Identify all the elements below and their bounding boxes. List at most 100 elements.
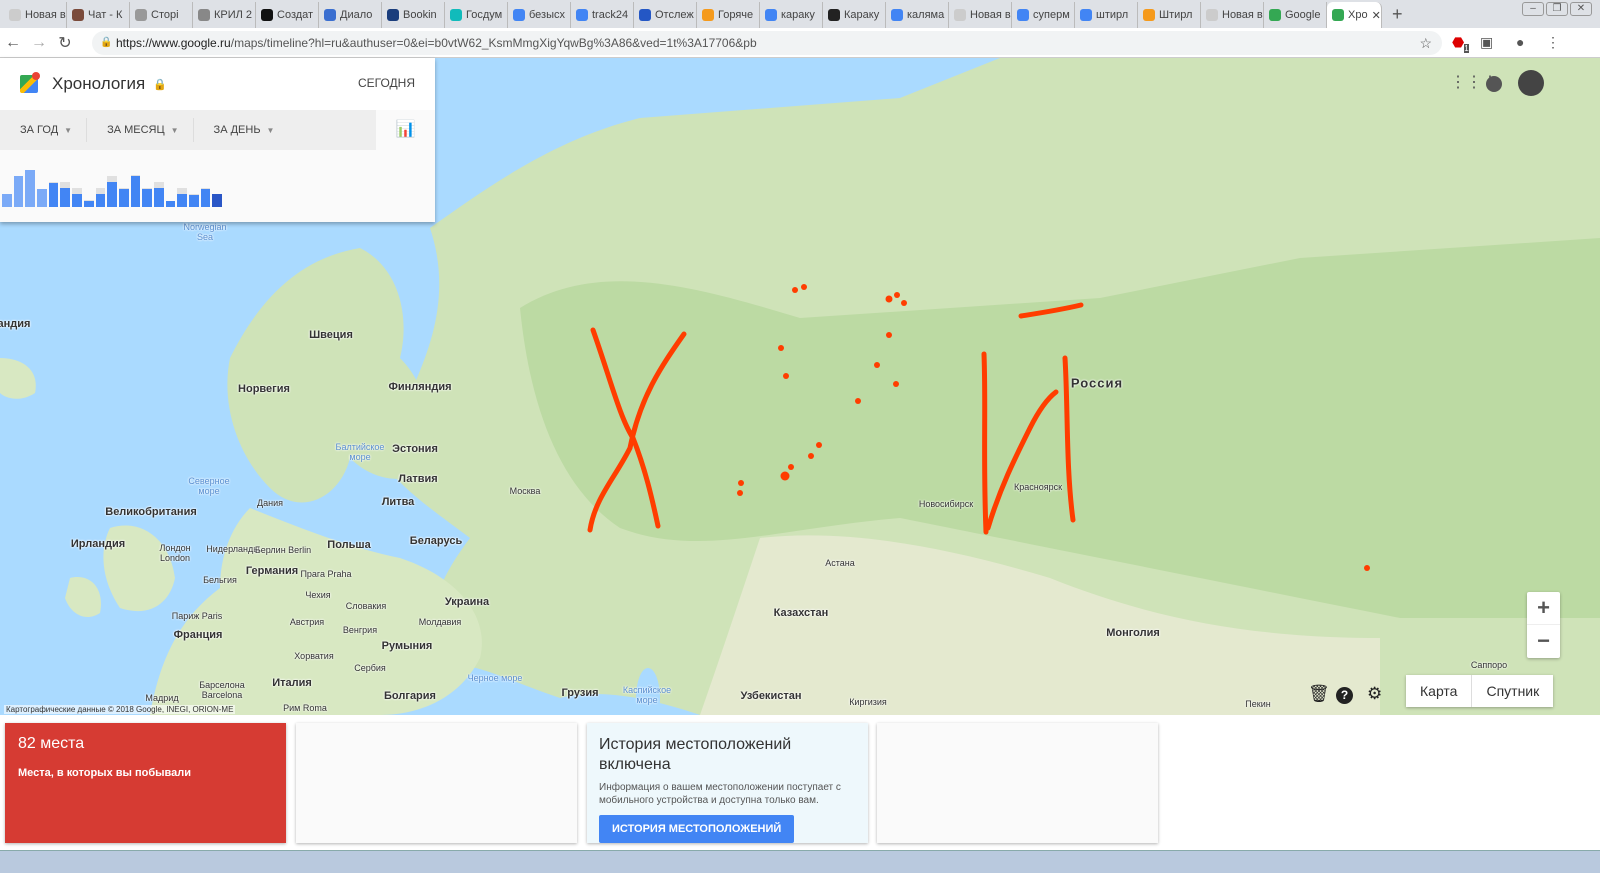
blank-card[interactable]: [877, 723, 1158, 843]
zoom-in-button[interactable]: +: [1527, 592, 1560, 625]
histogram-bar[interactable]: [25, 170, 36, 207]
zoom-out-button[interactable]: −: [1527, 625, 1560, 658]
tab-favicon-icon: [828, 9, 840, 21]
forward-icon[interactable]: →: [26, 34, 52, 52]
histogram-bar[interactable]: [212, 194, 223, 207]
browser-tab[interactable]: track24: [571, 2, 634, 28]
bookmark-star-icon[interactable]: ☆: [1419, 31, 1432, 55]
avatar[interactable]: [1518, 70, 1544, 96]
activity-histogram[interactable]: [2, 161, 223, 207]
histogram-bar[interactable]: [60, 182, 71, 207]
histogram-bar[interactable]: [83, 200, 94, 207]
satellite-view-button[interactable]: Спутник: [1472, 675, 1553, 707]
browser-tab[interactable]: Диало: [319, 2, 382, 28]
histogram-bar[interactable]: [189, 194, 199, 207]
tab-favicon-icon: [72, 9, 84, 21]
tab-label: караку: [781, 9, 815, 21]
browser-tab[interactable]: Госдум: [445, 2, 508, 28]
map-label-prague: Прага Praha: [300, 569, 352, 579]
tab-favicon-icon: [765, 9, 777, 21]
close-tab-icon[interactable]: ✕: [1372, 9, 1381, 22]
histogram-bar[interactable]: [153, 182, 164, 207]
year-dropdown[interactable]: ЗА ГОД ▼: [0, 118, 88, 142]
url-input[interactable]: 🔒 https://www.google.ru/maps/timeline?hl=…: [92, 31, 1442, 55]
minimize-button[interactable]: –: [1522, 2, 1544, 16]
histogram-bar[interactable]: [177, 188, 187, 207]
histogram-bar[interactable]: [48, 182, 59, 207]
histogram-bar[interactable]: [2, 194, 12, 207]
map-label-lithuania: Литва: [381, 496, 415, 508]
browser-tab[interactable]: Google: [1264, 2, 1327, 28]
bar-chart-icon[interactable]: 📊: [376, 110, 435, 150]
tab-label: Диало: [340, 9, 373, 21]
browser-tab[interactable]: Сторі: [130, 2, 193, 28]
histogram-bar[interactable]: [107, 175, 117, 207]
browser-tab[interactable]: штирл: [1075, 2, 1138, 28]
histogram-bar[interactable]: [13, 175, 24, 207]
browser-tab[interactable]: Отслеж: [634, 2, 697, 28]
location-history-button[interactable]: ИСТОРИЯ МЕСТОПОЛОЖЕНИЙ: [599, 815, 795, 843]
maximize-button[interactable]: ❐: [1546, 2, 1568, 16]
date-filters: ЗА ГОД ▼ ЗА МЕСЯЦ ▼ ЗА ДЕНЬ ▼: [0, 110, 376, 150]
new-tab-button[interactable]: +: [1382, 2, 1413, 28]
browser-tab[interactable]: Чат - К: [67, 2, 130, 28]
browser-tab[interactable]: безысх: [508, 2, 571, 28]
today-button[interactable]: СЕГОДНЯ: [358, 76, 415, 90]
map-label-madrid: Мадрид: [145, 693, 179, 703]
histogram-bar[interactable]: [165, 201, 176, 207]
places-card[interactable]: 82 места Места, в которых вы побывали: [5, 723, 286, 843]
trash-icon[interactable]: 🗑: [1308, 684, 1330, 704]
browser-tab[interactable]: караку: [760, 2, 823, 28]
histogram-bar[interactable]: [200, 187, 211, 207]
browser-tab[interactable]: Новая вкла: [1201, 2, 1264, 28]
day-dropdown[interactable]: ЗА ДЕНЬ ▼: [194, 118, 289, 142]
tab-label: штирл: [1096, 9, 1129, 21]
map-label-berlin: Берлин Berlin: [254, 545, 312, 555]
map-label-ukraine: Украина: [444, 596, 490, 608]
browser-tab[interactable]: Караку: [823, 2, 886, 28]
notifications-icon[interactable]: [1486, 76, 1502, 92]
tab-favicon-icon: [261, 9, 273, 21]
browser-tab[interactable]: Bookin: [382, 2, 445, 28]
url-host: https://www.google.ru: [116, 36, 231, 50]
adblock-icon[interactable]: ⬣1: [1452, 34, 1469, 53]
tab-label: Новая вкла: [25, 9, 66, 21]
caret-down-icon: ▼: [64, 126, 73, 135]
browser-tab[interactable]: каляма: [886, 2, 949, 28]
browser-tab[interactable]: Хро ✕: [1327, 2, 1382, 28]
map-label-germany: Германия: [245, 565, 299, 577]
month-dropdown[interactable]: ЗА МЕСЯЦ ▼: [87, 118, 194, 142]
reload-icon[interactable]: ↻: [52, 33, 78, 53]
map-label-paris: Париж Paris: [171, 611, 223, 621]
browser-tab[interactable]: Горяче: [697, 2, 760, 28]
gear-icon[interactable]: ⚙: [1367, 684, 1382, 704]
menu-icon[interactable]: ⋮: [1546, 34, 1560, 51]
blank-card[interactable]: [296, 723, 577, 843]
browser-tab[interactable]: суперм: [1012, 2, 1075, 28]
browser-tab[interactable]: Штирл: [1138, 2, 1201, 28]
lock-icon: 🔒: [100, 37, 113, 48]
histogram-bar[interactable]: [142, 187, 152, 207]
browser-tab[interactable]: КРИЛ 2: [193, 2, 256, 28]
map-label-sweden: Швеция: [309, 329, 353, 341]
tab-label: Новая вкла: [1222, 9, 1263, 21]
browser-tab-strip: Новая вкла Чат - К Сторі КРИЛ 2 Создат Диало B…: [0, 0, 1600, 28]
tab-favicon-icon: [1080, 9, 1092, 21]
image-extension-icon[interactable]: ▣: [1480, 34, 1493, 51]
histogram-bar[interactable]: [37, 188, 47, 207]
tab-label: Госдум: [466, 9, 503, 21]
close-window-button[interactable]: ✕: [1570, 2, 1592, 16]
help-icon[interactable]: ?: [1336, 687, 1353, 704]
histogram-bar[interactable]: [95, 188, 106, 207]
histogram-bar[interactable]: [118, 187, 129, 207]
browser-tab[interactable]: Новая вкла: [949, 2, 1012, 28]
histogram-bar[interactable]: [130, 174, 141, 207]
histogram-bar[interactable]: [72, 188, 82, 207]
tab-favicon-icon: [639, 9, 651, 21]
map-view-button[interactable]: Карта: [1406, 675, 1473, 707]
browser-tab[interactable]: Новая вкла: [4, 2, 67, 28]
map-label-barcelona: Барселона Barcelona: [199, 680, 245, 700]
profile-icon[interactable]: ●: [1516, 34, 1524, 50]
back-icon[interactable]: ←: [0, 34, 26, 52]
browser-tab[interactable]: Создат: [256, 2, 319, 28]
